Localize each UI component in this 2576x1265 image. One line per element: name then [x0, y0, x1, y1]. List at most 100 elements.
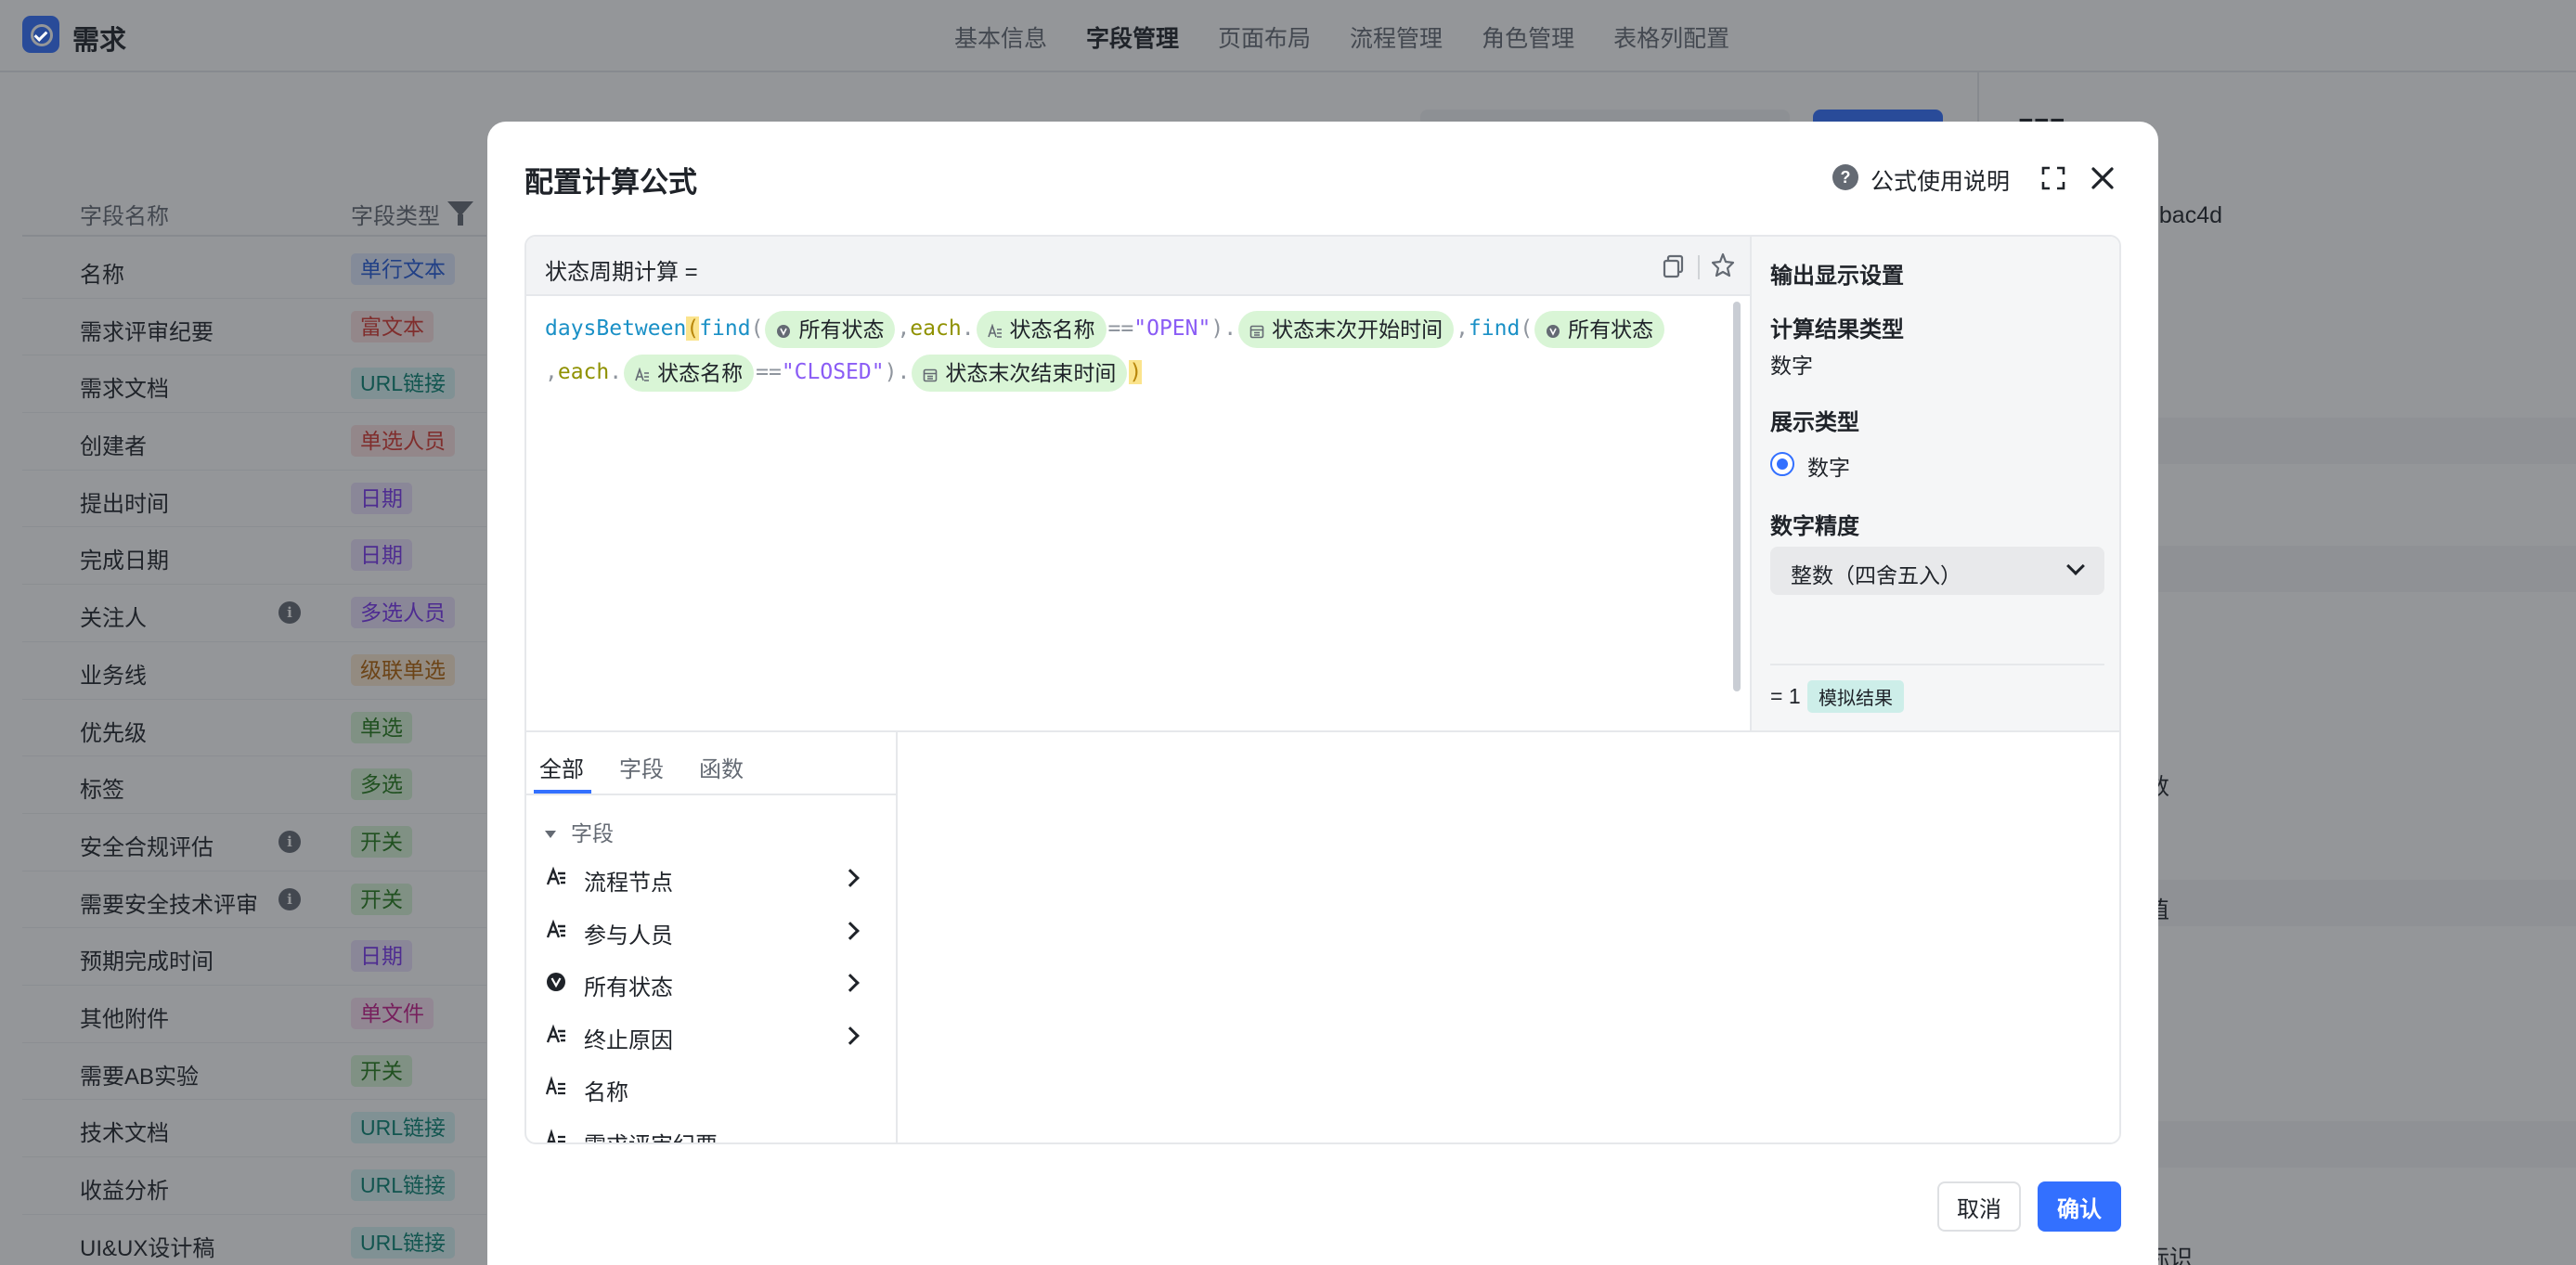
text-icon: [987, 323, 1002, 338]
tree-item-label: 参与人员: [584, 923, 673, 949]
chip-label: 状态名称: [657, 360, 744, 385]
formula-operator: ,: [1456, 316, 1469, 341]
editor-header: 状态周期计算 =: [526, 237, 1750, 296]
simulated-result-badge: 模拟结果: [1807, 680, 1904, 713]
formula-string: "CLOSED": [781, 360, 885, 384]
picker-tree: 字段 流程节点参与人员所有状态终止原因名称需求评审纪要: [526, 795, 896, 1143]
formula-field-title: 状态周期计算 =: [545, 260, 698, 285]
output-settings-title: 输出显示设置: [1770, 264, 1904, 289]
chip-label: 状态末次结束时间: [945, 360, 1117, 385]
formula-operator: .: [609, 360, 623, 384]
chip-label: 所有状态: [798, 316, 885, 342]
formula-paren: (: [686, 316, 700, 341]
date-icon: [1249, 325, 1264, 338]
formula-help-link[interactable]: 公式使用说明: [1871, 163, 2010, 197]
formula-field-chip[interactable]: 状态末次开始时间: [1238, 310, 1455, 348]
help-icon[interactable]: ?: [1832, 164, 1858, 190]
tab-functions[interactable]: 函数: [699, 751, 744, 783]
tree-item[interactable]: 需求评审纪要: [545, 1117, 879, 1143]
simulated-result-value: = 1: [1770, 684, 1801, 708]
modal-title: 配置计算公式: [524, 166, 697, 199]
formula-function: daysBetween: [545, 316, 687, 341]
divider: [1770, 664, 2104, 665]
expand-icon[interactable]: [2041, 166, 2065, 190]
tree-item-label: 所有状态: [584, 975, 673, 1000]
display-type-radio[interactable]: [1770, 452, 1794, 476]
copy-icon[interactable]: [1661, 253, 1687, 279]
status-icon: [1547, 324, 1560, 338]
display-type-option[interactable]: 数字: [1807, 450, 1850, 482]
toolbar-divider: [1698, 255, 1700, 279]
chevron-right-icon[interactable]: [841, 921, 860, 940]
magic-icon[interactable]: [1709, 252, 1737, 279]
tree-item-label: 终止原因: [584, 1027, 673, 1053]
formula-function: find: [1468, 316, 1521, 341]
formula-operator: ,: [897, 316, 911, 341]
tab-fields[interactable]: 字段: [619, 751, 664, 783]
tree-item-label: 流程节点: [584, 871, 673, 896]
precision-select[interactable]: 整数（四舍五入）: [1770, 547, 2104, 595]
formula-function: find: [699, 316, 751, 341]
formula-string: "OPEN": [1133, 316, 1211, 341]
formula-field-chip[interactable]: 所有状态: [765, 310, 896, 348]
chevron-right-icon[interactable]: [841, 869, 860, 887]
formula-input-area[interactable]: daysBetween(find(所有状态 ,each. 状态名称 =="OPEN")…: [526, 296, 1750, 732]
formula-field-chip[interactable]: 状态名称: [976, 310, 1107, 348]
picker-detail-area: [900, 732, 2119, 1142]
text-icon: [545, 1076, 565, 1095]
tab-all[interactable]: 全部: [539, 751, 584, 783]
date-icon: [924, 368, 938, 381]
precision-value: 整数（四舍五入）: [1791, 563, 1961, 587]
formula-paren: ): [1210, 316, 1224, 341]
tree-item[interactable]: 流程节点: [545, 855, 879, 901]
formula-paren: (: [750, 316, 764, 341]
cancel-button[interactable]: 取消: [1937, 1181, 2021, 1232]
formula-field-chip[interactable]: 所有状态: [1534, 310, 1665, 348]
picker-sidebar: 全部 字段 函数 字段 流程节点参与人员所有状态终止原因名称需求评审纪要: [526, 732, 898, 1143]
active-tab-indicator: [534, 790, 591, 794]
field-picker: 全部 字段 函数 字段 流程节点参与人员所有状态终止原因名称需求评审纪要: [526, 732, 2119, 1143]
formula-operator: ,: [545, 360, 558, 384]
tree-item[interactable]: 终止原因: [545, 1013, 879, 1059]
node-icon: [546, 866, 565, 885]
formula-operator: .: [1223, 316, 1237, 341]
formula-paren: (: [1520, 316, 1534, 341]
chip-label: 所有状态: [1568, 316, 1654, 342]
chevron-down-icon: [2066, 557, 2085, 575]
formula-operator: .: [961, 316, 975, 341]
close-icon[interactable]: [2089, 164, 2116, 192]
status-icon: [547, 973, 565, 991]
formula-paren: ): [884, 360, 898, 384]
formula-keyword: each: [910, 316, 962, 341]
output-settings-panel: 输出显示设置 计算结果类型 数字 展示类型 数字 数字精度 整数（四舍五入） =…: [1750, 237, 2119, 732]
group-label: 字段: [571, 821, 614, 845]
formula-operator: ==: [756, 360, 782, 384]
tree-item[interactable]: 名称: [545, 1065, 879, 1111]
confirm-button[interactable]: 确认: [2038, 1181, 2121, 1232]
tree-item[interactable]: 所有状态: [545, 960, 879, 1006]
tree-item-label: 名称: [584, 1080, 628, 1105]
formula-operator: .: [897, 360, 911, 384]
display-type-label: 展示类型: [1770, 410, 1859, 435]
tree-item-label: 需求评审纪要: [584, 1127, 718, 1143]
chip-label: 状态名称: [1009, 316, 1095, 342]
formula-text[interactable]: daysBetween(find(所有状态 ,each. 状态名称 =="OPEN")…: [545, 307, 1715, 394]
chevron-right-icon[interactable]: [841, 1026, 860, 1045]
formula-field-chip[interactable]: 状态末次结束时间: [912, 354, 1128, 392]
text-icon: [547, 1128, 565, 1142]
group-toggle[interactable]: 字段: [545, 816, 614, 847]
tree-item[interactable]: 参与人员: [545, 908, 879, 954]
formula-paren: ): [1129, 360, 1143, 384]
formula-keyword: each: [557, 360, 610, 384]
precision-label: 数字精度: [1770, 514, 1859, 539]
chip-label: 状态末次开始时间: [1272, 316, 1443, 342]
picker-tabs: 全部 字段 函数: [526, 732, 898, 795]
editor-scrollbar[interactable]: [1733, 302, 1741, 691]
caret-down-icon: [545, 831, 556, 838]
text-icon: [635, 367, 650, 381]
chevron-right-icon[interactable]: [841, 974, 860, 992]
node-icon: [546, 1024, 565, 1042]
node-icon: [546, 919, 565, 937]
result-type-label: 计算结果类型: [1770, 317, 1904, 342]
formula-field-chip[interactable]: 状态名称: [624, 354, 755, 392]
